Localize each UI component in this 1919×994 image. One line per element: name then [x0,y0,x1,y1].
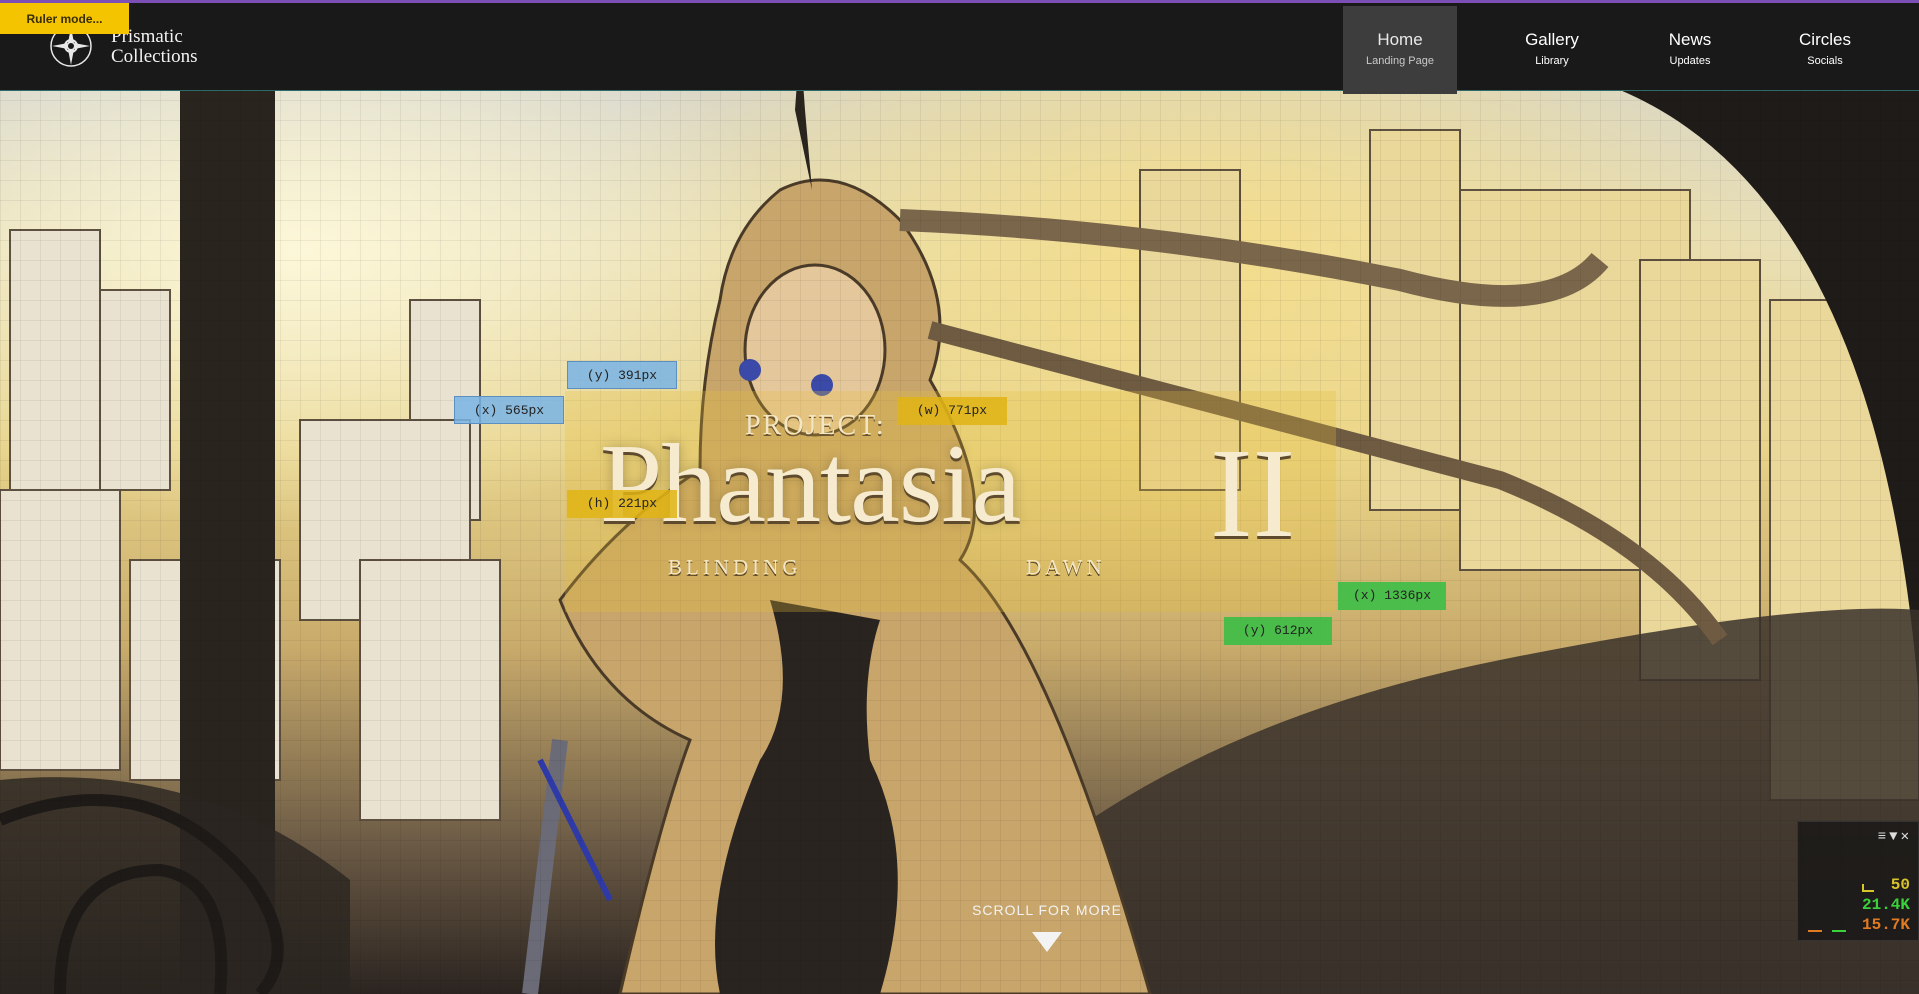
logo-numeral: II [1210,422,1296,564]
close-icon[interactable]: ✕ [1901,829,1912,845]
ruler-mode-button[interactable]: Ruler mode... [0,3,129,34]
ruler-x-start-tag: (x) 565px [454,396,564,424]
nav-item-title: Home [1377,30,1423,49]
nav-item-subtitle: Landing Page [1366,55,1434,67]
nav-item-title: News [1668,30,1712,49]
brand-line-2: Collections [111,46,198,67]
ruler-height-tag: (h) 221px [567,490,677,518]
ruler-y-end-tag: (y) 612px [1224,617,1332,645]
nav-item-title: Circles [1799,30,1851,49]
logo-main-title: Phantasia [600,422,1021,546]
stat-marker-orange [1808,930,1822,932]
triangle-down-icon[interactable]: ▼ [1889,829,1900,845]
nav-item-subtitle: Updates [1669,55,1711,67]
nav-item-subtitle: Library [1535,55,1569,67]
nav-item-subtitle: Socials [1807,55,1843,67]
performance-stats-panel: ≡▼✕ 50 21.4K 15.7K [1797,821,1919,941]
nav-item-title: Gallery [1525,30,1579,49]
ruler-width-tag: (w) 771px [897,397,1007,425]
stat-secondary-value: 21.4K [1861,896,1910,914]
nav-item-gallery[interactable]: Gallery Library [1490,6,1614,94]
stat-tertiary-value: 15.7K [1861,916,1910,934]
nav-item-home[interactable]: Home Landing Page [1343,6,1457,94]
logo-subtitle-left: BLINDING [668,555,802,579]
ruler-x-end-tag: (x) 1336px [1338,582,1446,610]
signal-bars-icon [1862,884,1874,892]
nav-item-news[interactable]: News Updates [1640,6,1740,94]
stats-controls: ≡▼✕ [1878,828,1912,845]
stat-fps-value: 50 [1890,876,1910,894]
stat-marker-green [1832,930,1846,932]
logo-subtitle-right: DAWN [1026,555,1106,579]
scroll-hint-label: SCROLL FOR MORE [972,902,1122,918]
game-logo: PROJECT: Phantasia II BLINDING DAWN [590,400,1310,600]
hamburger-icon[interactable]: ≡ [1878,829,1889,845]
scroll-down-arrow-icon[interactable] [1032,932,1062,952]
top-navigation-bar: Prismatic Collections Home Landing Page … [0,0,1919,94]
ruler-y-start-tag: (y) 391px [567,361,677,389]
nav-item-circles[interactable]: Circles Socials [1772,6,1878,94]
